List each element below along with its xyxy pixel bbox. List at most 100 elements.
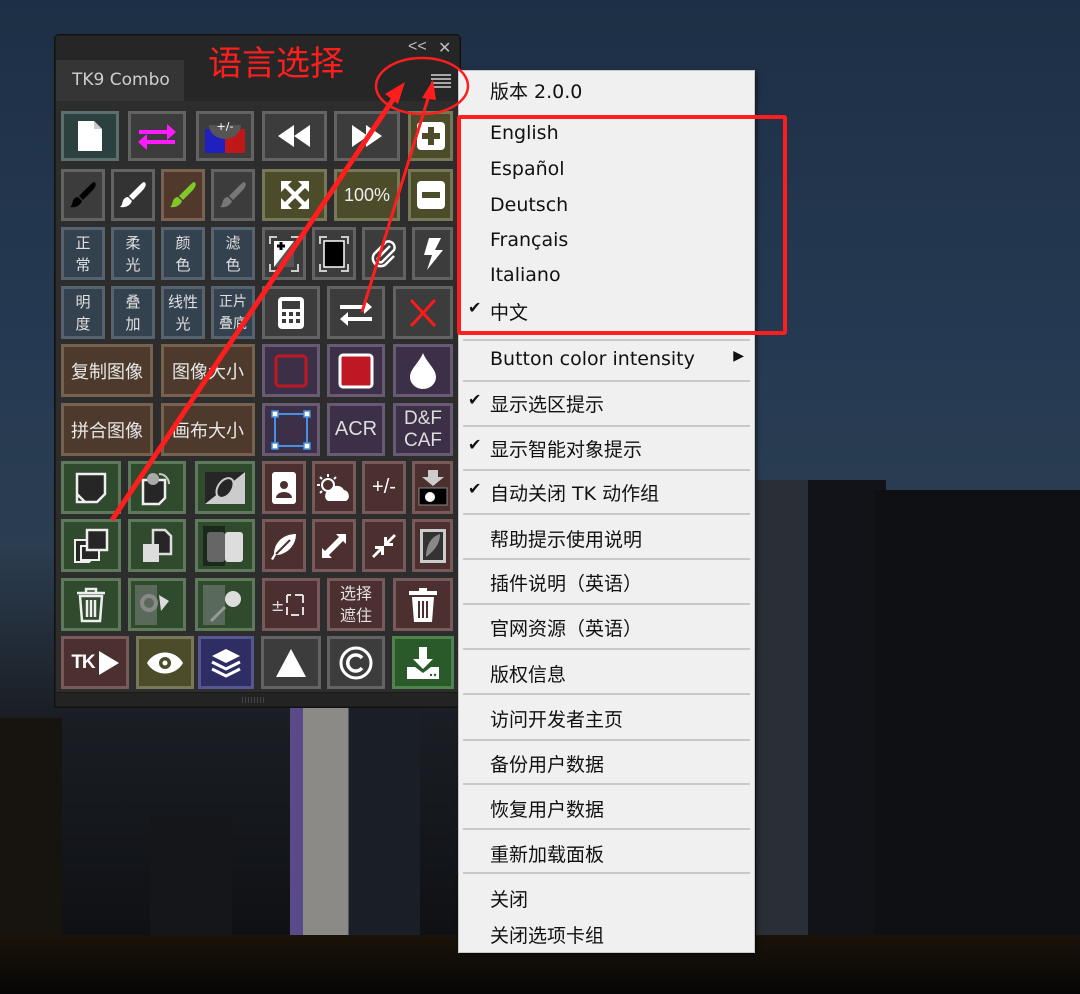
export-button[interactable] bbox=[392, 636, 454, 689]
transform-button[interactable] bbox=[262, 403, 320, 456]
preview-button[interactable] bbox=[136, 636, 194, 689]
fit-screen-button[interactable] bbox=[262, 169, 327, 221]
menu-separator bbox=[463, 648, 750, 650]
filled-square-icon bbox=[338, 353, 374, 388]
tab-tk9-combo[interactable]: TK9 Combo bbox=[56, 60, 184, 101]
blend-luminosity-button[interactable]: 明 度 bbox=[61, 286, 105, 339]
svg-text:+/-: +/- bbox=[217, 120, 234, 133]
add-layer-mask-button[interactable] bbox=[262, 227, 306, 280]
portrait-button[interactable] bbox=[262, 461, 306, 514]
brush-icon bbox=[120, 182, 146, 208]
magic-wand-button[interactable] bbox=[195, 578, 255, 631]
new-smart-layer-button[interactable] bbox=[128, 461, 186, 514]
layers-stack-icon bbox=[74, 528, 109, 563]
select-mask-line2: 遮住 bbox=[339, 605, 372, 625]
copy-merged-button[interactable] bbox=[128, 519, 186, 572]
quick-action-button[interactable] bbox=[412, 227, 453, 280]
collapse-panel-button[interactable]: << bbox=[408, 38, 427, 56]
close-panel-button[interactable]: ✕ bbox=[438, 38, 451, 58]
feather-button[interactable] bbox=[262, 519, 306, 572]
merge-copy-icon bbox=[143, 528, 173, 562]
brush-gray-button[interactable] bbox=[211, 169, 255, 221]
copyright-button[interactable] bbox=[327, 636, 385, 689]
mask-edit-button[interactable] bbox=[412, 519, 453, 572]
eye-icon bbox=[147, 652, 183, 673]
selection-tool-button[interactable] bbox=[128, 578, 186, 631]
zoom-in-button[interactable] bbox=[408, 111, 453, 161]
dodge-burn-button[interactable]: D&F CAF bbox=[393, 403, 453, 456]
selection-plus-minus-icon: ± bbox=[271, 593, 304, 616]
select-and-mask-button[interactable]: 选择 遮住 bbox=[327, 578, 385, 631]
brush-black-button[interactable] bbox=[61, 169, 105, 221]
tk-label: TK bbox=[71, 651, 95, 673]
sharpen-button[interactable] bbox=[261, 636, 321, 689]
menu-item-copyright-info[interactable]: 版权信息 bbox=[459, 660, 754, 687]
clip-button[interactable] bbox=[362, 227, 406, 280]
duplicate-layer-button[interactable] bbox=[61, 519, 121, 572]
hide-layer-button[interactable] bbox=[195, 461, 255, 514]
tk-actions-button[interactable]: TK bbox=[61, 636, 129, 689]
submenu-arrow-icon: ▶ bbox=[733, 348, 744, 364]
weather-button[interactable] bbox=[312, 461, 356, 514]
swap-button[interactable] bbox=[327, 286, 385, 339]
panel-menu-button[interactable] bbox=[431, 74, 451, 90]
import-mask-button[interactable] bbox=[412, 461, 453, 514]
menu-item-close-tab-group[interactable]: 关闭选项卡组 bbox=[459, 921, 754, 948]
checkmark-icon: ✔ bbox=[468, 435, 482, 454]
new-document-button[interactable] bbox=[61, 111, 119, 161]
delete-button[interactable] bbox=[393, 286, 453, 339]
minus-square-icon bbox=[416, 181, 445, 209]
new-layer-button[interactable] bbox=[61, 461, 121, 514]
plus-square-icon bbox=[416, 122, 445, 150]
panel-resize-grip[interactable] bbox=[56, 692, 459, 706]
fill-button[interactable] bbox=[327, 344, 385, 397]
blend-normal-button[interactable]: 正 常 bbox=[61, 227, 105, 280]
canvas-size-button[interactable]: 画布大小 bbox=[161, 403, 255, 456]
swap-colors-button[interactable] bbox=[128, 111, 186, 161]
next-button[interactable] bbox=[334, 111, 400, 161]
menu-item-help-tips[interactable]: 帮助提示使用说明 bbox=[459, 525, 754, 552]
color-balance-button[interactable]: +/- bbox=[196, 111, 254, 161]
image-size-button[interactable]: 图像大小 bbox=[161, 344, 255, 397]
menu-item-website-resources[interactable]: 官网资源（英语） bbox=[459, 614, 754, 641]
menu-item-plugin-docs[interactable]: 插件说明（英语） bbox=[459, 569, 754, 596]
blend-overlay-button[interactable]: 叠 加 bbox=[111, 286, 155, 339]
blend-screen-button[interactable]: 滤 色 bbox=[211, 227, 255, 280]
modify-selection-button[interactable]: ± bbox=[262, 578, 320, 631]
brush-green-button[interactable] bbox=[161, 169, 205, 221]
layers-button[interactable] bbox=[198, 636, 254, 689]
black-mask-button[interactable] bbox=[312, 227, 356, 280]
duplicate-image-button[interactable]: 复制图像 bbox=[61, 344, 153, 397]
menu-item-show-selection-hint[interactable]: ✔ 显示选区提示 bbox=[459, 390, 754, 417]
calculator-button[interactable] bbox=[262, 286, 320, 339]
expand-selection-button[interactable] bbox=[312, 519, 356, 572]
contract-selection-button[interactable] bbox=[362, 519, 406, 572]
blend-color-button[interactable]: 颜 色 bbox=[161, 227, 205, 280]
previous-button[interactable] bbox=[262, 111, 327, 161]
color-picker-button[interactable] bbox=[393, 344, 453, 397]
zoom-100-button[interactable]: 100% bbox=[334, 169, 400, 221]
contract-diagonal-icon bbox=[372, 533, 396, 558]
menu-item-close[interactable]: 关闭 bbox=[459, 885, 754, 912]
delete-layer-button[interactable] bbox=[61, 578, 121, 631]
layer-eye-icon bbox=[141, 472, 170, 505]
menu-separator bbox=[463, 380, 750, 382]
blend-linear-light-button[interactable]: 线性 光 bbox=[161, 286, 205, 339]
brush-white-button[interactable] bbox=[111, 169, 155, 221]
zoom-out-button[interactable] bbox=[408, 169, 453, 221]
menu-item-reload-panel[interactable]: 重新加载面板 bbox=[459, 840, 754, 867]
menu-item-backup-user-data[interactable]: 备份用户数据 bbox=[459, 750, 754, 777]
blend-multiply-button[interactable]: 正片 叠底 bbox=[211, 286, 255, 339]
menu-item-button-color-intensity[interactable]: Button color intensity ▶ bbox=[459, 348, 754, 370]
menu-item-auto-close-tk-actions[interactable]: ✔ 自动关闭 TK 动作组 bbox=[459, 479, 754, 506]
delete-selection-button[interactable] bbox=[393, 578, 453, 631]
blend-soft-light-button[interactable]: 柔 光 bbox=[111, 227, 155, 280]
menu-item-developer-homepage[interactable]: 访问开发者主页 bbox=[459, 705, 754, 732]
merge-visible-button[interactable] bbox=[195, 519, 255, 572]
acr-button[interactable]: ACR bbox=[327, 403, 385, 456]
menu-item-restore-user-data[interactable]: 恢复用户数据 bbox=[459, 795, 754, 822]
stroke-button[interactable] bbox=[262, 344, 320, 397]
flatten-image-button[interactable]: 拼合图像 bbox=[61, 403, 153, 456]
menu-item-show-smart-object-hint[interactable]: ✔ 显示智能对象提示 bbox=[459, 435, 754, 462]
plus-minus-button[interactable]: +/- bbox=[362, 461, 406, 514]
